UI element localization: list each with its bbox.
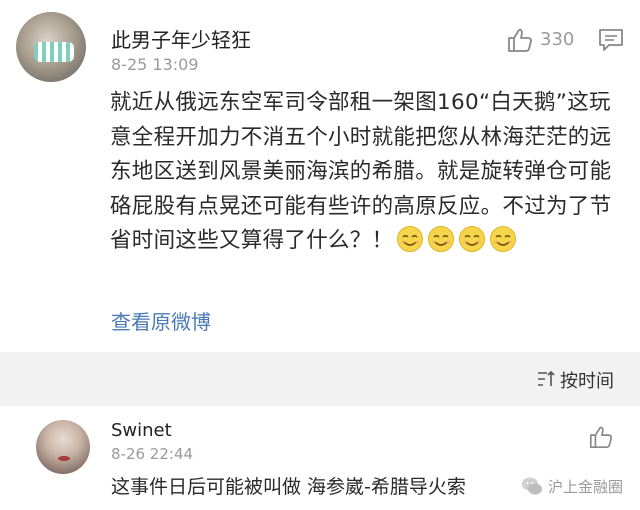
avatar[interactable] [16, 12, 86, 82]
comment-author[interactable]: 此男子年少轻狂 [111, 24, 251, 53]
smile-emoji-icon [490, 226, 517, 253]
comment-text: 就近从俄远东空军司令部租一架图160“白天鹅”这玩意全程开加力不消五个小时就能把… [110, 86, 626, 259]
avatar-detail [58, 456, 70, 461]
comment-text-content: 就近从俄远东空军司令部租一架图160“白天鹅”这玩意全程开加力不消五个小时就能把… [110, 90, 612, 254]
like-count: 330 [540, 29, 575, 50]
emoji-group [393, 226, 517, 253]
sort-by-time-button[interactable]: 按时间 [560, 367, 614, 393]
thumbs-up-icon[interactable] [588, 424, 614, 450]
avatar-pattern [34, 42, 74, 62]
avatar[interactable] [36, 420, 90, 474]
watermark-text: 沪上金融圈 [548, 477, 624, 496]
comment-text: 这事件日后可能被叫做 海参崴-希腊导火索 [111, 476, 466, 498]
comment-time: 8-25 13:09 [111, 55, 199, 74]
sort-icon[interactable] [536, 369, 556, 389]
smile-emoji-icon [459, 226, 486, 253]
smile-emoji-icon [397, 226, 424, 253]
wechat-logo-icon [522, 477, 542, 495]
thumbs-up-icon[interactable] [506, 26, 534, 54]
view-original-link[interactable]: 查看原微博 [111, 306, 211, 335]
comment-author[interactable]: Swinet [111, 420, 172, 441]
watermark: 沪上金融圈 [520, 474, 623, 498]
smile-emoji-icon [428, 226, 455, 253]
comment-time: 8-26 22:44 [111, 445, 194, 463]
reply-icon[interactable] [598, 28, 624, 52]
